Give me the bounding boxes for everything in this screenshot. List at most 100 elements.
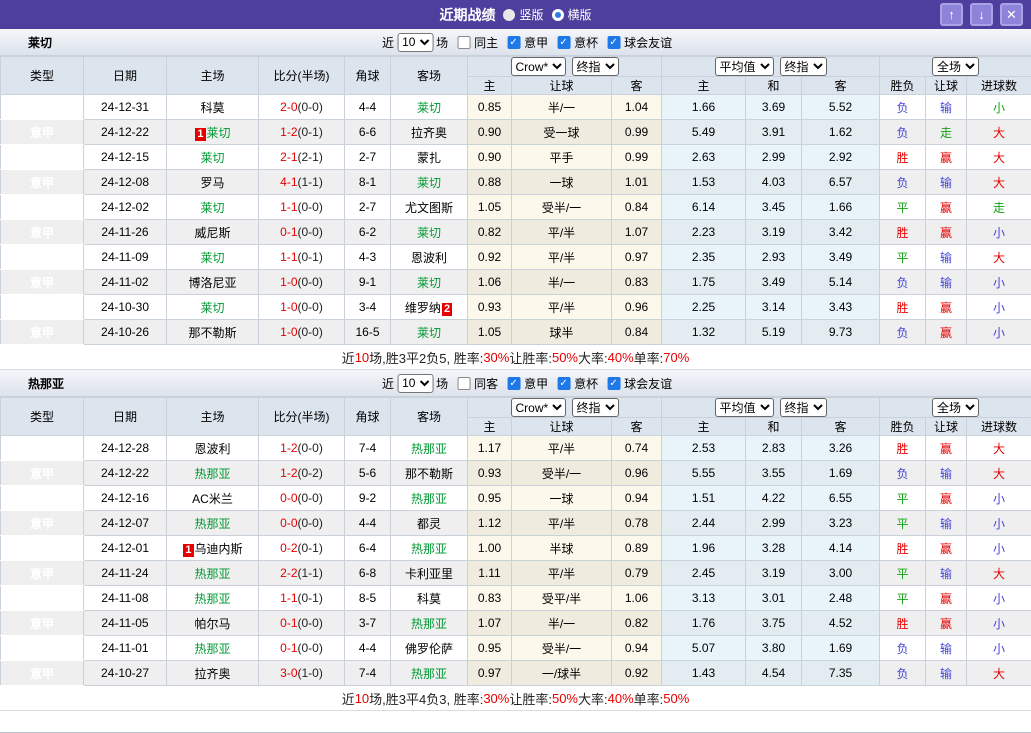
league-cell: 意甲 [0,194,84,220]
euro-draw-odds-cell: 3.19 [745,560,803,586]
summary-segment: 30% [483,690,510,706]
sub-header-handicap: 让球 [511,417,612,436]
rank-badge: 2 [441,302,453,316]
handicap-result-cell: 输 [925,660,968,686]
winlose-result-cell: 负 [879,319,927,345]
away-team-name: 莱切 [416,100,441,115]
asia-handicap-cell: 一球 [511,169,612,195]
euro-final-odds-select[interactable]: 终指 [779,398,827,417]
winlose-result-cell: 负 [879,460,927,486]
match-count-select[interactable]: 10 [397,373,434,393]
euro-home-odds-cell: 2.35 [661,244,747,270]
home-team-name: 莱切 [200,150,225,165]
asia-home-odds-cell: 0.83 [467,585,512,611]
date-cell: 24-12-16 [83,485,167,511]
asia-handicap-cell: 一球 [511,485,612,511]
home-team-name: 热那亚 [194,641,231,656]
away-team-name: 莱切 [416,275,441,290]
euro-home-odds-cell: 1.76 [661,610,747,636]
handicap-result-cell: 赢 [925,610,968,636]
away-team-cell: 维罗纳 2 [390,294,468,320]
move-up-button[interactable]: ↑ [940,3,963,26]
col-header-away: 客场 [390,397,468,436]
rank-badge: 1 [195,127,206,141]
summary-segment: 单率: [633,350,664,366]
match-row: 意甲 24-12-08 罗马 4-1(1-1) 8-1 莱切 0.88 一球 1… [0,169,1031,195]
euro-draw-odds-cell: 3.14 [745,294,803,320]
coppa-italia-checkbox[interactable]: ✓ [557,376,571,390]
section-control-row: 莱切 近 10 场 同主 ✓ 意甲 ✓ 意杯 ✓ 球会友谊 [0,29,1031,56]
layout-radio-vertical[interactable]: 竖版 [503,6,544,23]
handicap-result-cell: 赢 [925,144,968,170]
away-team-cell: 那不勒斯 [390,460,468,486]
coppa-italia-checkbox[interactable]: ✓ [557,35,571,49]
home-team-name: 莱切 [206,125,231,140]
match-row: 意甲 24-12-15 莱切 2-1(2-1) 2-7 蒙扎 0.90 平手 0… [0,144,1031,170]
sub-header-goals: 进球数 [966,417,1031,436]
serie-a-checkbox[interactable]: ✓ [507,376,521,390]
euro-away-odds-cell: 4.52 [801,610,881,636]
winlose-result-cell: 负 [879,660,927,686]
asia-final-odds-select[interactable]: 终指 [571,398,619,417]
team-section-away: 热那亚 近 10 场 同客 ✓ 意甲 ✓ 意杯 ✓ 球会友谊 类型 日期 主场 比分(… [0,370,1031,711]
league-cell: 意甲 [0,144,84,170]
bookmaker-select[interactable]: Crow* [510,398,566,417]
away-team-name: 都灵 [416,516,441,531]
corners-cell: 6-8 [344,560,391,586]
match-row: 意甲 24-10-30 莱切 1-0(0-0) 3-4 维罗纳 2 0.93 平/… [0,294,1031,320]
goals-result-cell: 大 [966,435,1031,461]
full-match-select[interactable]: 全场 [932,57,980,76]
goals-result-cell: 大 [966,169,1031,195]
bookmaker-select[interactable]: Crow* [510,57,566,76]
asia-home-odds-cell: 0.85 [467,94,512,120]
match-row: 意甲 24-11-01 热那亚 0-1(0-0) 4-4 佛罗伦萨 0.95 受… [0,635,1031,661]
friendly-checkbox[interactable]: ✓ [607,376,621,390]
euro-final-odds-select[interactable]: 终指 [779,57,827,76]
asia-final-odds-select[interactable]: 终指 [571,57,619,76]
average-select[interactable]: 平均值 [714,57,774,76]
date-cell: 24-12-22 [83,119,167,145]
away-team-name: 尤文图斯 [404,200,453,215]
score-cell: 1-2(0-0) [258,435,345,461]
friendly-checkbox[interactable]: ✓ [607,35,621,49]
home-team-name: 罗马 [200,175,225,190]
asia-away-odds-cell: 0.99 [610,144,663,170]
sub-header-asia-away: 客 [610,76,663,95]
full-match-select[interactable]: 全场 [932,398,980,417]
goals-result-cell: 小 [966,219,1031,245]
layout-radio-horizontal[interactable]: 横版 [551,6,592,23]
date-cell: 24-10-30 [83,294,167,320]
euro-home-odds-cell: 5.07 [661,635,747,661]
sub-header-handicap-result: 让球 [925,417,968,436]
corners-cell: 6-4 [344,535,391,561]
asia-away-odds-cell: 0.79 [610,560,663,586]
goals-result-cell: 大 [966,660,1031,686]
winlose-result-cell: 平 [879,585,927,611]
average-select[interactable]: 平均值 [714,398,774,417]
move-down-button[interactable]: ↓ [970,3,993,26]
home-team-name: 拉齐奥 [194,666,231,681]
away-team-cell: 莱切 [390,219,468,245]
close-button[interactable]: ✕ [1000,3,1023,26]
radio-horizontal-icon[interactable] [551,8,564,21]
match-count-select[interactable]: 10 [397,32,434,52]
away-team-cell: 莱切 [390,169,468,195]
handicap-result-cell: 输 [925,460,968,486]
score-cell: 1-1(0-0) [258,194,345,220]
same-venue-checkbox[interactable] [457,376,471,390]
score-cell: 4-1(1-1) [258,169,345,195]
serie-a-checkbox[interactable]: ✓ [507,35,521,49]
arrow-up-icon: ↑ [948,7,955,22]
winlose-result-cell: 胜 [879,610,927,636]
radio-vertical-icon[interactable] [503,8,516,21]
corners-cell: 4-3 [344,244,391,270]
same-venue-checkbox[interactable] [457,35,471,49]
away-team-cell: 莱切 [390,94,468,120]
away-team-cell: 莱切 [390,319,468,345]
away-team-cell: 尤文图斯 [390,194,468,220]
match-row: 意甲 24-11-26 威尼斯 0-1(0-0) 6-2 莱切 0.82 平/半… [0,219,1031,245]
home-team-name: 威尼斯 [194,225,231,240]
away-team-cell: 蒙扎 [390,144,468,170]
corners-cell: 4-4 [344,635,391,661]
league-cell: 意甲 [0,244,84,270]
